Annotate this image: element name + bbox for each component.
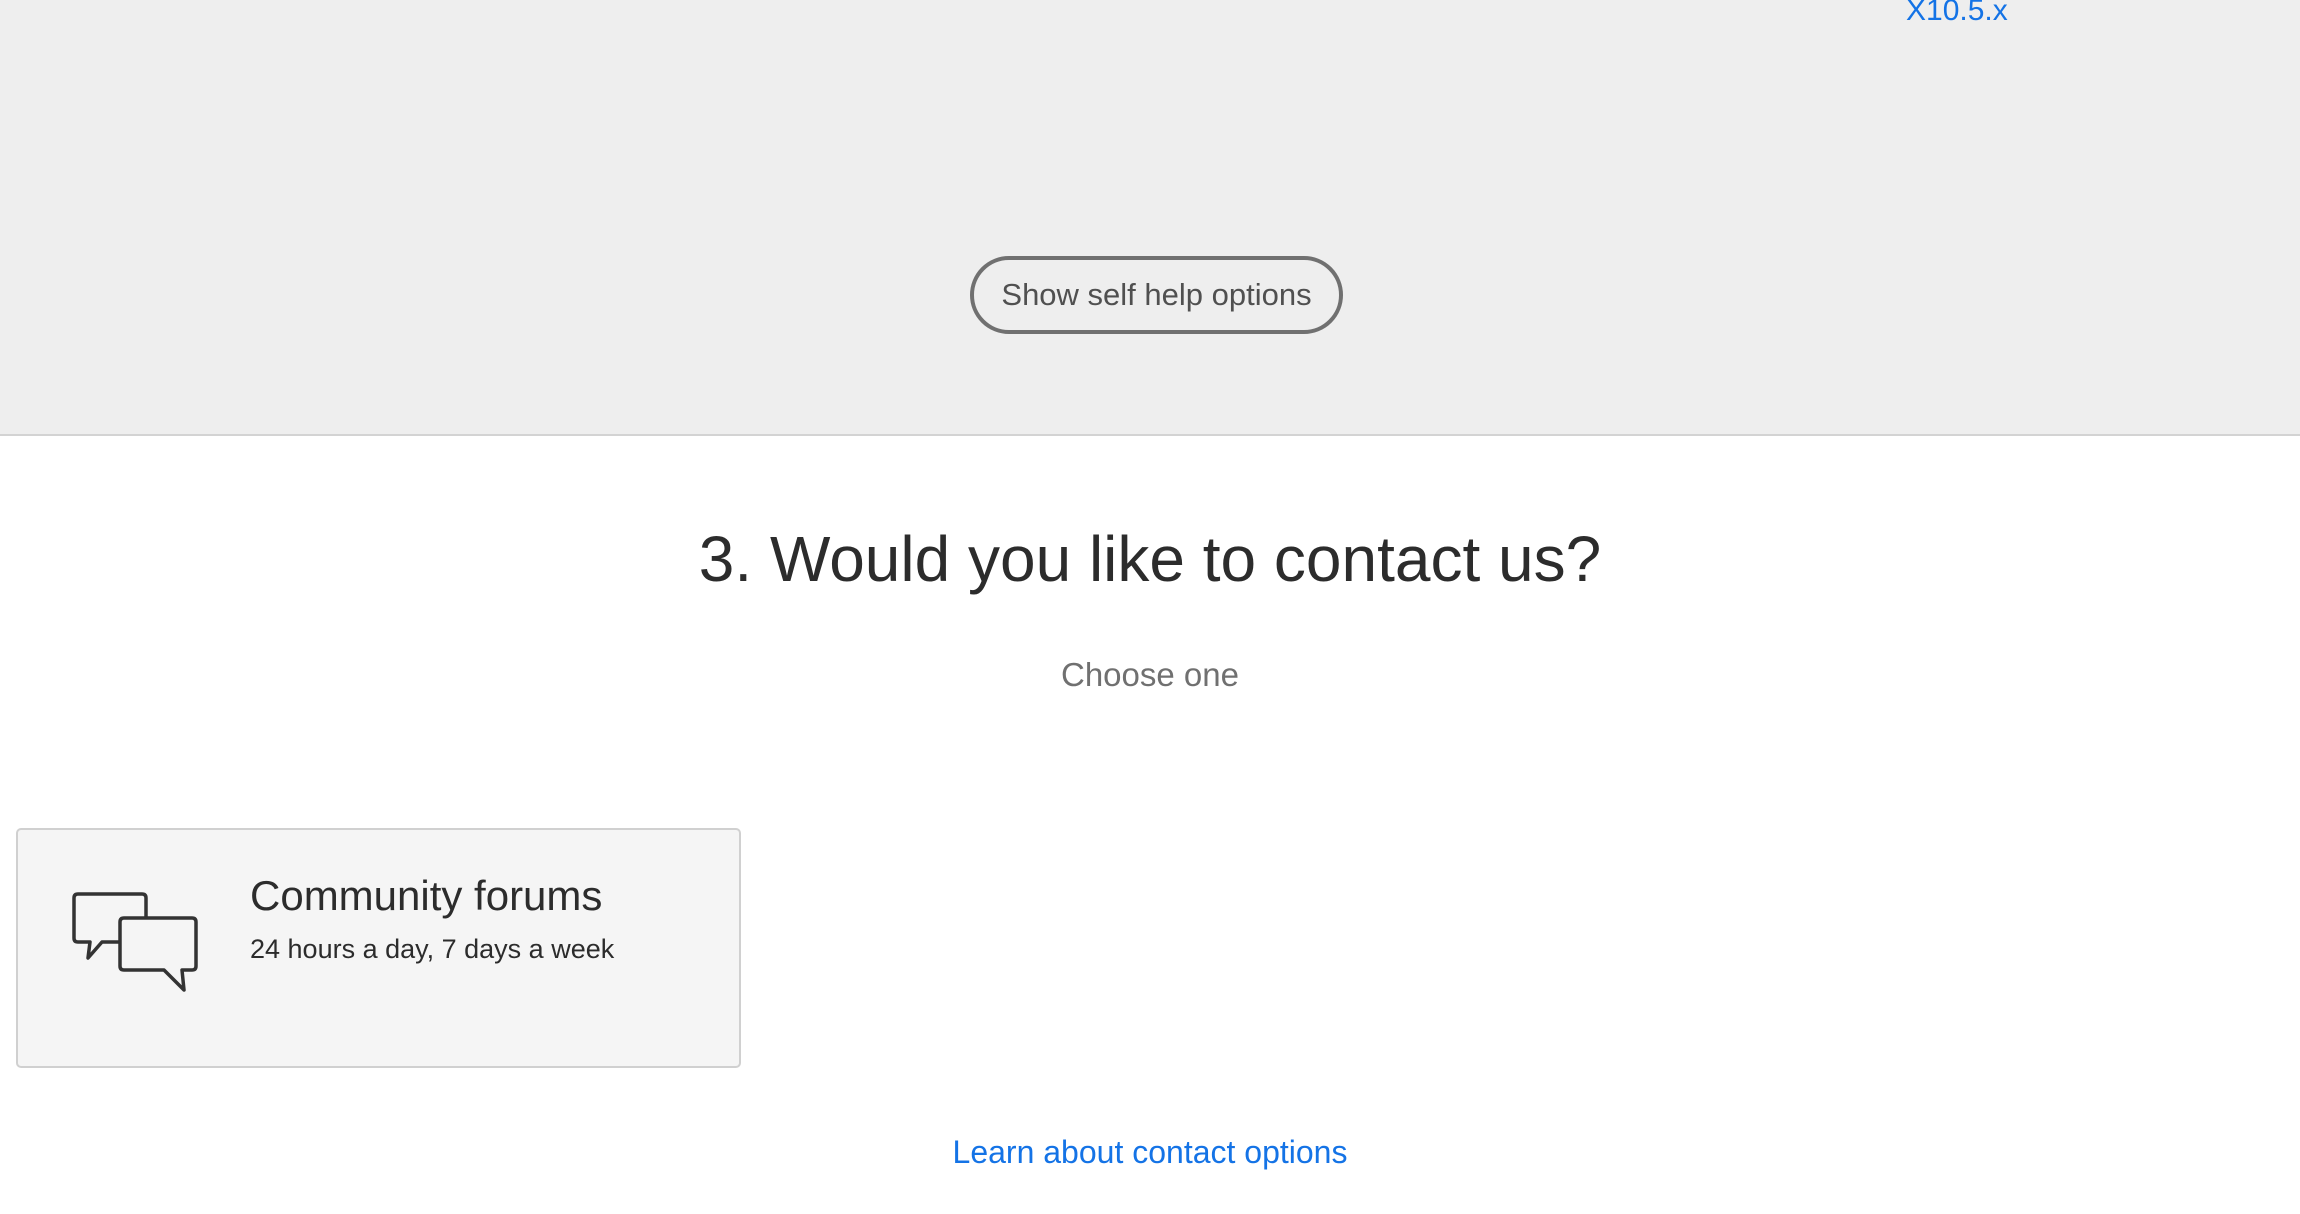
card-subtitle: 24 hours a day, 7 days a week bbox=[250, 934, 615, 964]
show-self-help-button[interactable]: Show self help options bbox=[970, 256, 1343, 334]
community-forums-card[interactable]: Community forums 24 hours a day, 7 days … bbox=[16, 828, 741, 1068]
self-help-section: X10.5.x Show self help options bbox=[0, 0, 2300, 436]
card-title: Community forums bbox=[250, 872, 603, 919]
choose-one-label: Choose one bbox=[1061, 656, 1239, 693]
contact-heading: 3. Would you like to contact us? bbox=[698, 523, 1602, 595]
version-link[interactable]: X10.5.x bbox=[1906, 0, 2008, 28]
learn-contact-options-link[interactable]: Learn about contact options bbox=[953, 1134, 1348, 1170]
chat-bubbles-icon bbox=[72, 892, 198, 992]
learn-contact-options-row: Learn about contact options bbox=[0, 1134, 2300, 1171]
